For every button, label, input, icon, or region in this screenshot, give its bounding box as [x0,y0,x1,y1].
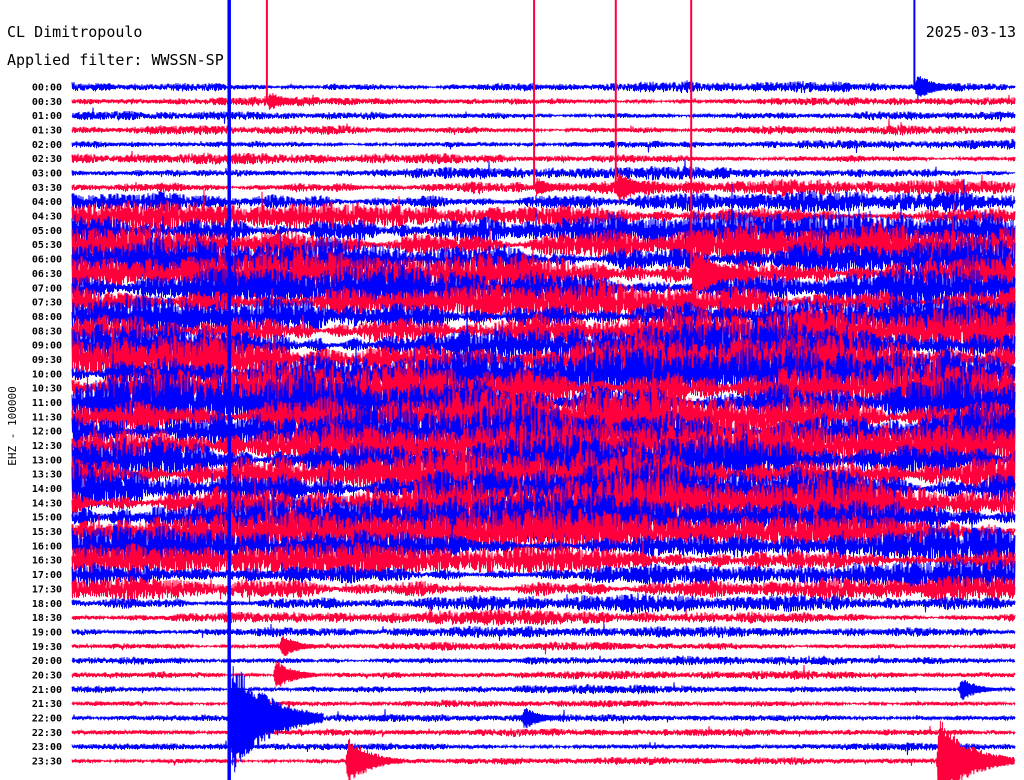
event-burst [913,76,961,101]
time-tick-label: 07:00 [32,283,62,294]
trace-row [71,756,1016,766]
event-burst [272,661,322,687]
station-title: CL Dimitropoulo [7,23,142,41]
trace-row [71,80,1016,94]
time-tick-label: 12:00 [32,427,62,438]
trace-row [71,699,1016,709]
trace-row [71,623,1016,641]
time-tick-label: 00:00 [32,83,62,94]
time-tick-label: 21:00 [32,685,62,696]
event-burst [935,720,1015,780]
time-tick-label: 19:00 [32,627,62,638]
time-tick-label: 16:30 [32,556,62,567]
time-tick-label: 23:00 [32,742,62,753]
trace-row [71,664,1016,680]
event-burst [521,707,566,729]
trace-row [71,725,1016,737]
time-tick-label: 04:30 [32,212,62,223]
filter-subtitle: Applied filter: WWSSN-SP [7,51,224,69]
time-tick-label: 13:30 [32,470,62,481]
time-tick-label: 06:00 [32,255,62,266]
time-tick-label: 22:30 [32,728,62,739]
time-tick-label: 22:00 [32,714,62,725]
trace-row [71,158,1016,181]
time-tick-label: 19:30 [32,642,62,653]
time-tick-label: 03:30 [32,183,62,194]
time-tick-label: 20:30 [32,671,62,682]
trace-row [71,139,1016,154]
time-tick-label: 13:00 [32,455,62,466]
time-tick-label: 03:00 [32,169,62,180]
time-tick-label: 02:30 [32,154,62,165]
time-tick-label: 10:30 [32,384,62,395]
time-tick-label: 15:00 [32,513,62,524]
date-label: 2025-03-13 [926,23,1016,41]
event-burst [279,636,324,656]
trace-row [71,118,1016,136]
trace-row [71,94,1016,107]
trace-row [71,606,1016,626]
helicorder-plot: CL Dimitropoulo Applied filter: WWSSN-SP… [0,0,1024,780]
time-tick-label: 05:30 [32,240,62,251]
time-axis-labels: 00:00 00:30 01:00 01:30 02:00 02:30 03:00 03:30… [32,83,62,768]
y-axis-label: EHZ - 100000 [6,386,19,465]
time-tick-label: 18:30 [32,613,62,624]
time-tick-label: 08:30 [32,326,62,337]
time-tick-label: 16:00 [32,541,62,552]
time-tick-label: 01:00 [32,111,62,122]
time-tick-label: 05:00 [32,226,62,237]
time-tick-label: 17:00 [32,570,62,581]
event-burst [957,680,1003,701]
time-tick-label: 18:00 [32,599,62,610]
time-tick-label: 10:00 [32,369,62,380]
time-tick-label: 09:30 [32,355,62,366]
time-tick-label: 20:00 [32,656,62,667]
time-tick-label: 04:00 [32,197,62,208]
trace-row [71,641,1016,655]
time-tick-label: 11:00 [32,398,62,409]
trace-row [71,150,1016,165]
time-tick-label: 01:30 [32,126,62,137]
time-tick-label: 14:00 [32,484,62,495]
time-tick-label: 09:00 [32,341,62,352]
time-tick-label: 06:30 [32,269,62,280]
time-tick-label: 15:30 [32,527,62,538]
time-tick-label: 02:00 [32,140,62,151]
event-burst [533,178,577,196]
time-tick-label: 11:30 [32,412,62,423]
trace-row [71,682,1016,695]
time-tick-label: 14:30 [32,498,62,509]
time-tick-label: 07:30 [32,298,62,309]
event-burst [266,92,310,110]
time-tick-label: 08:00 [32,312,62,323]
time-tick-label: 17:30 [32,584,62,595]
time-tick-label: 21:30 [32,699,62,710]
time-tick-label: 00:30 [32,97,62,108]
time-tick-label: 12:30 [32,441,62,452]
time-tick-label: 23:30 [32,757,62,768]
trace-row [71,740,1016,756]
trace-row [71,655,1016,666]
trace-row [71,107,1016,124]
